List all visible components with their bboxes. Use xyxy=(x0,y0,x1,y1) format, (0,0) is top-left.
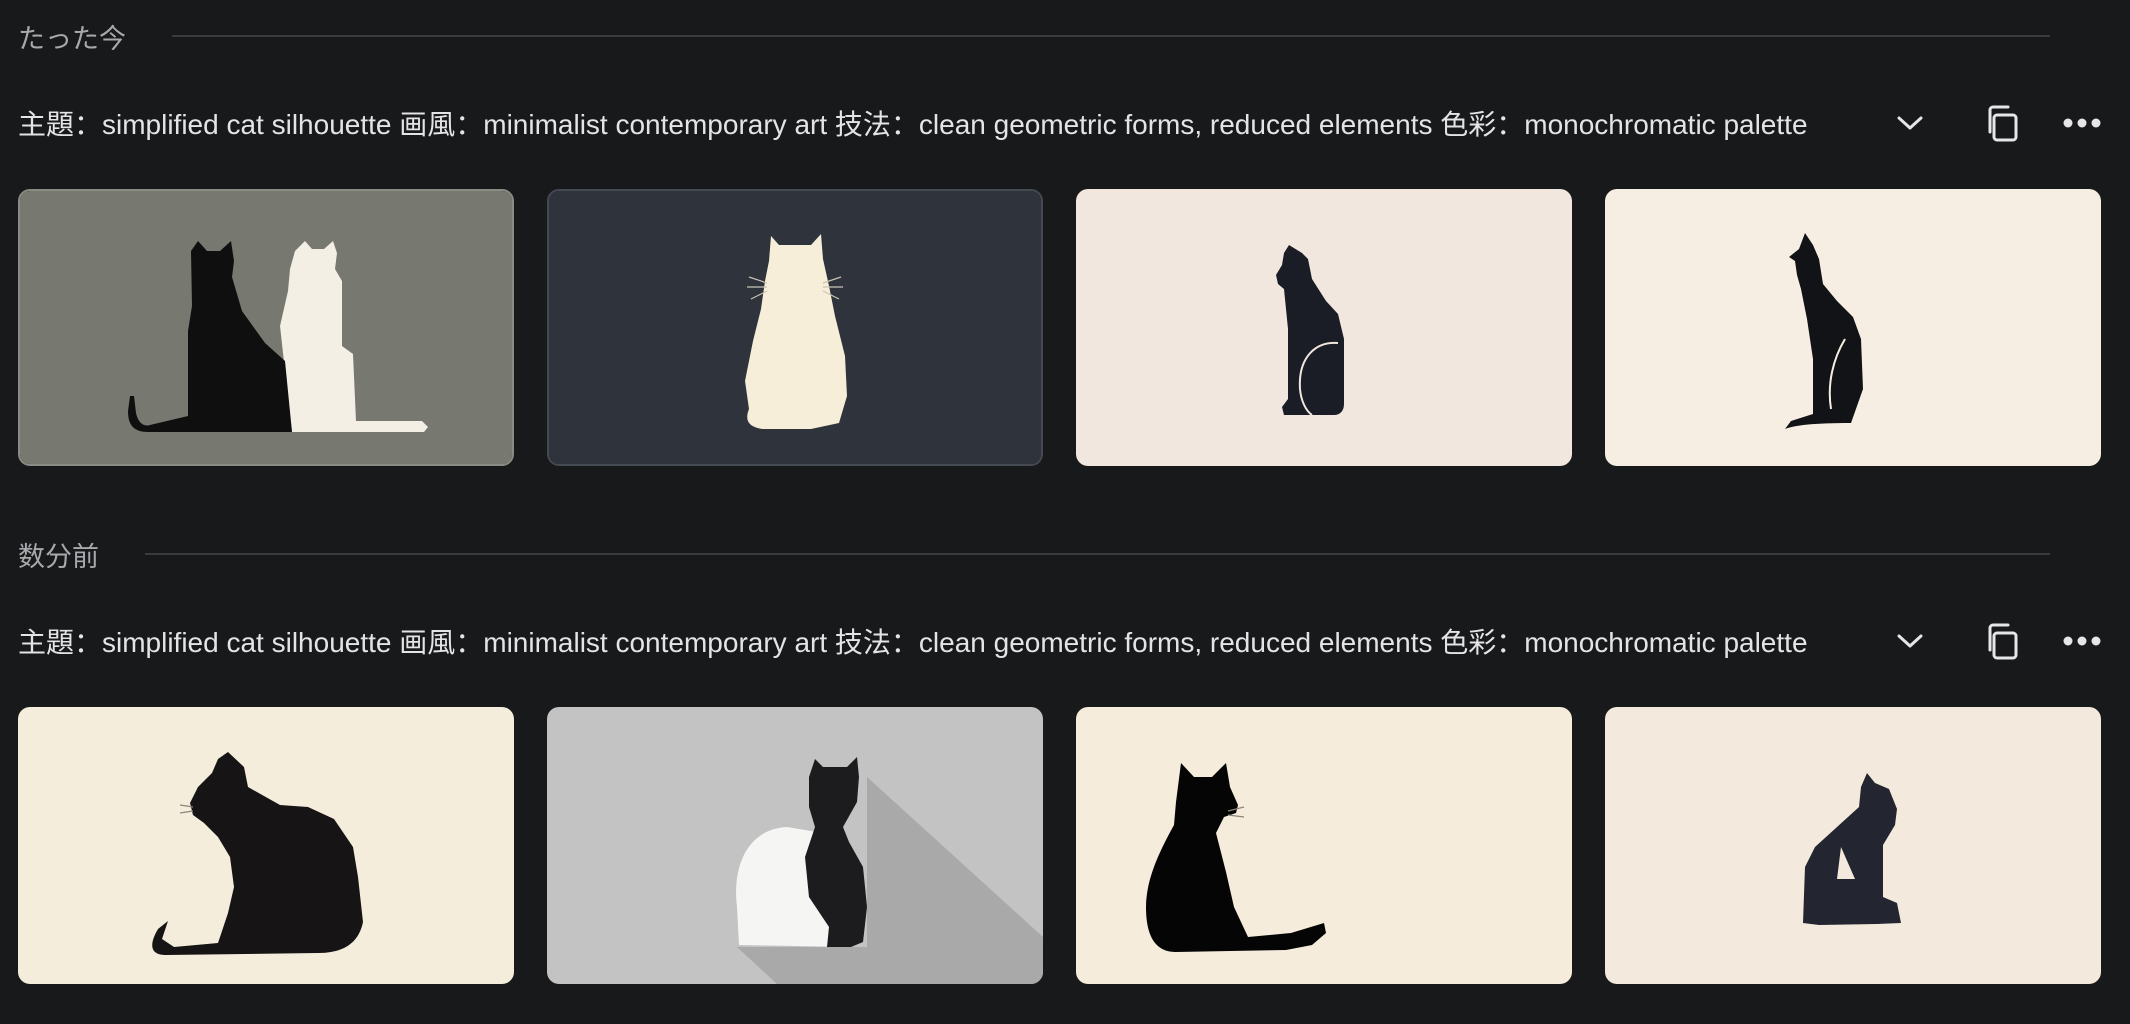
more-horizontal-icon xyxy=(2063,636,2101,646)
black-cat-profile-tail xyxy=(1605,189,2101,466)
prompt-row: 主題：simplified cat silhouette 画風：minimali… xyxy=(18,98,2118,148)
black-cat-sitting-side xyxy=(1076,189,1572,466)
chevron-down-icon xyxy=(1897,116,1923,130)
prompt-text: 主題：simplified cat silhouette 画風：minimali… xyxy=(18,627,1808,658)
more-horizontal-icon xyxy=(2063,118,2101,128)
two-cats-black-cream xyxy=(20,191,512,464)
divider-line xyxy=(145,553,2050,555)
image-card[interactable] xyxy=(547,189,1043,466)
copy-icon xyxy=(1988,105,2018,142)
black-white-cat-shadow xyxy=(547,707,1043,984)
time-label: たった今 xyxy=(18,23,126,55)
prompt-row: 主題：simplified cat silhouette 画風：minimali… xyxy=(18,616,2118,666)
image-card[interactable] xyxy=(18,189,514,466)
chevron-down-icon xyxy=(1897,634,1923,648)
image-card[interactable] xyxy=(1076,707,1572,984)
image-card[interactable] xyxy=(1076,189,1572,466)
image-grid xyxy=(18,707,2101,984)
cream-cat-back-view xyxy=(549,191,1041,464)
time-label: 数分前 xyxy=(18,541,99,573)
divider-line xyxy=(172,35,2050,37)
copy-prompt-button[interactable] xyxy=(1976,97,2028,149)
image-grid xyxy=(18,189,2101,466)
black-cat-looking-right xyxy=(1076,707,1572,984)
image-card[interactable] xyxy=(1605,707,2101,984)
more-options-button[interactable] xyxy=(2056,615,2108,667)
black-cat-crouching xyxy=(18,707,514,984)
more-options-button[interactable] xyxy=(2056,97,2108,149)
time-divider: たった今 xyxy=(18,16,2050,56)
image-card[interactable] xyxy=(547,707,1043,984)
expand-prompt-button[interactable] xyxy=(1884,97,1936,149)
copy-prompt-button[interactable] xyxy=(1976,615,2028,667)
prompt-text: 主題：simplified cat silhouette 画風：minimali… xyxy=(18,109,1808,140)
small-geometric-cat xyxy=(1605,707,2101,984)
expand-prompt-button[interactable] xyxy=(1884,615,1936,667)
image-card[interactable] xyxy=(1605,189,2101,466)
image-card[interactable] xyxy=(18,707,514,984)
time-divider: 数分前 xyxy=(18,534,2050,574)
copy-icon xyxy=(1988,623,2018,660)
